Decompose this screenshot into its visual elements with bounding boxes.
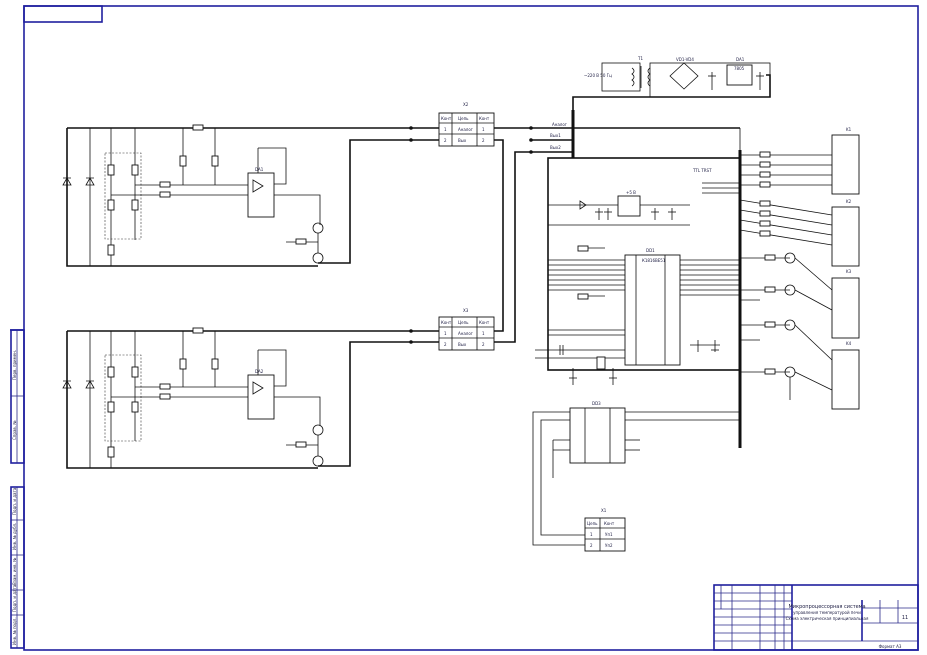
mains-label: ~220 В 50 Гц [584, 73, 612, 78]
power-supply: ~220 В 50 Гц T1 VD1-VD4 7805 DA1 [572, 56, 771, 110]
side-label-2: Подп. и дата [12, 487, 17, 515]
side-stamp-upper [10, 329, 25, 464]
resistor [159, 181, 171, 188]
relay-outputs: K1 K2 K3 K4 [739, 127, 860, 410]
chip-dd3: DD3 [532, 401, 740, 546]
title-line-3: Схема электрическая принципиальная [786, 616, 869, 621]
resistor [107, 164, 115, 176]
connector-x2: X2 Конт Цепь Конт 1 Аналог 1 2 Вых 2 [438, 102, 495, 147]
svg-text:K3: K3 [846, 269, 852, 274]
svg-text:Уп1: Уп1 [605, 532, 613, 537]
opamp-da1 [247, 172, 275, 218]
sheet-number: 11 [902, 615, 908, 621]
title-line-2: управления температурой печи [793, 610, 861, 615]
connector-x1: X1 Цепь Конт 1 Уп1 2 Уп2 [584, 508, 626, 552]
connector-x3: X3 Конт Цепь Конт 1 Аналог 1 2 Вых 2 [438, 308, 495, 351]
mcu-dd1: DD1 К1816ВЕ51 [548, 245, 740, 366]
transistor [312, 252, 324, 264]
svg-text:K4: K4 [846, 341, 852, 346]
sig-out1: Вых1 [550, 133, 561, 138]
format-label: Формат A3 [879, 644, 902, 649]
svg-text:VD1-VD4: VD1-VD4 [676, 57, 694, 62]
mcu-power-section: +5 В [548, 190, 690, 226]
resistor [107, 244, 115, 256]
svg-text:Конт: Конт [604, 521, 615, 526]
svg-text:Конт: Конт [441, 116, 452, 121]
svg-text:K1: K1 [846, 127, 852, 132]
svg-text:Вых: Вых [458, 342, 467, 347]
svg-text:Конт: Конт [479, 320, 490, 325]
title-block: Микропроцессорная система управления тем… [713, 584, 919, 651]
svg-text:Уп2: Уп2 [605, 543, 613, 548]
mcu-ref: DD1 [646, 248, 655, 253]
schematic-sheet: Перв. примен. Справ. № Подп. и дата Инв.… [10, 5, 919, 651]
resistor [159, 191, 171, 198]
svg-text:Конт: Конт [441, 320, 452, 325]
sig-analog: Аналог [552, 122, 567, 127]
dd3-ref: DD3 [592, 401, 601, 406]
svg-text:Цепь: Цепь [458, 320, 469, 325]
resistor [131, 199, 139, 211]
x1-ref: X1 [601, 508, 607, 513]
side-stamp-labels: Перв. примен. Справ. № Подп. и дата Инв.… [12, 350, 17, 645]
bus-feeds [739, 128, 760, 341]
upper-left-stamp [23, 5, 103, 23]
side-label-6: Инв. № подл. [12, 617, 17, 645]
resistor [192, 124, 204, 131]
svg-text:Цепь: Цепь [587, 521, 598, 526]
relay-k2: K2 [739, 199, 860, 267]
svg-text:T1: T1 [637, 56, 643, 61]
ttl-label: TTL TRST [692, 168, 712, 173]
side-label-3: Инв. № дубл. [12, 523, 17, 550]
relay-k1: K1 [740, 127, 860, 195]
transistor [312, 222, 324, 234]
svg-text:Аналог: Аналог [458, 127, 473, 132]
resistor [131, 164, 139, 176]
channel-1: DA1 [62, 124, 410, 267]
resistor [179, 155, 187, 167]
x2-ref: X2 [463, 102, 469, 107]
svg-text:Конт: Конт [479, 116, 490, 121]
svg-text:K2: K2 [846, 199, 852, 204]
side-label-1: Справ. № [12, 421, 17, 440]
side-label-4: Взам. инв. № [12, 558, 17, 585]
x3-ref: X3 [463, 308, 469, 313]
resistor [211, 155, 219, 167]
svg-text:7805: 7805 [734, 66, 745, 71]
opamp-da2 [247, 374, 275, 420]
sig-out2: Вых2 [550, 145, 561, 150]
side-label-0: Перв. примен. [12, 350, 17, 380]
channel-2: DA2 [62, 327, 410, 469]
svg-text:Аналог: Аналог [458, 331, 473, 336]
side-label-5: Подп. и дата [12, 584, 17, 612]
resistor [107, 199, 115, 211]
mcu-type: К1816ВЕ51 [642, 258, 666, 263]
svg-text:Цепь: Цепь [458, 116, 469, 121]
vdd-label: +5 В [626, 190, 636, 195]
svg-text:DA1: DA1 [736, 57, 745, 62]
svg-text:DA2: DA2 [255, 369, 264, 374]
resistor [295, 238, 307, 245]
svg-text:Вых: Вых [458, 138, 467, 143]
opamp-ref: DA1 [255, 167, 264, 172]
